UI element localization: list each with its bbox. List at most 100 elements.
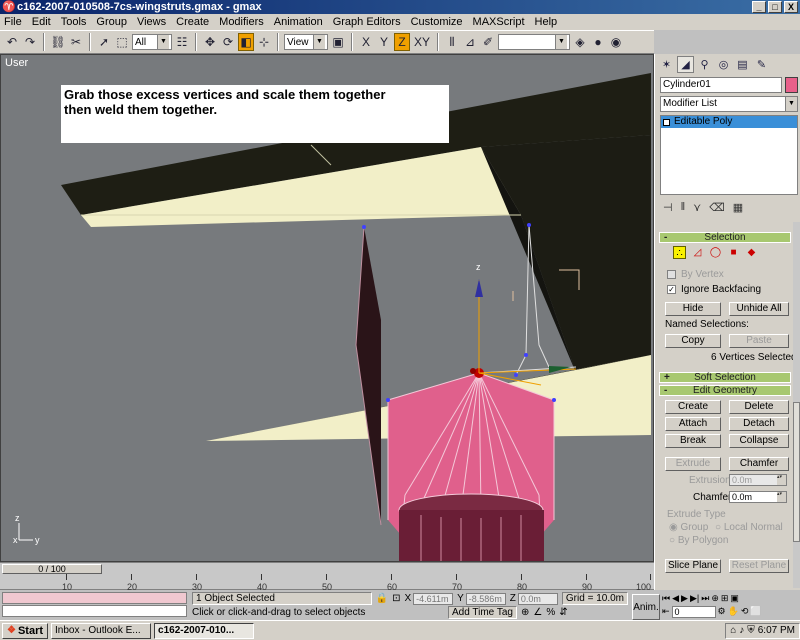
detach-button[interactable]: Detach [729, 417, 789, 431]
make-unique-icon[interactable]: ⋎ [693, 201, 701, 214]
polygon-level-icon[interactable]: ■ [727, 246, 740, 259]
modifier-list-dropdown[interactable]: Modifier List ▼ [660, 96, 798, 112]
border-level-icon[interactable]: ◯ [709, 246, 722, 259]
menu-edit[interactable]: Edit [32, 16, 51, 28]
vertex-level-icon[interactable]: ∴ [673, 246, 686, 259]
unlink-icon[interactable]: ✂ [68, 33, 84, 51]
zoom-all-icon[interactable]: ⊞ [721, 593, 729, 604]
menu-help[interactable]: Help [535, 16, 558, 28]
constraint-x-button[interactable]: X [358, 33, 374, 51]
local-normal-radio[interactable]: ○ Local Normal [715, 522, 783, 533]
constraint-z-button[interactable]: Z [394, 33, 410, 51]
hierarchy-tab-icon[interactable]: ⚲ [696, 56, 713, 73]
spinner-snap-icon[interactable]: ⇵ [559, 607, 567, 618]
attach-button[interactable]: Attach [665, 417, 721, 431]
utilities-tab-icon[interactable]: ✎ [753, 56, 770, 73]
show-end-result-icon[interactable]: ‖ [681, 201, 686, 213]
render-icon[interactable]: ● [590, 33, 606, 51]
display-tab-icon[interactable]: ▤ [734, 56, 751, 73]
menu-create[interactable]: Create [176, 16, 209, 28]
extrusion-spinner[interactable]: 0.0m [729, 474, 787, 486]
time-slider-track[interactable]: 0 / 100 [0, 562, 654, 574]
menu-graph-editors[interactable]: Graph Editors [333, 16, 401, 28]
animate-button[interactable]: Anim. [632, 594, 660, 620]
align-icon[interactable]: ⊿ [462, 33, 478, 51]
key-mode-icon[interactable]: ⇤ [662, 606, 670, 617]
snap-toggle-icon[interactable]: ⊕ [521, 607, 529, 618]
select-by-name-icon[interactable]: ☷ [174, 33, 190, 51]
maximize-button[interactable]: □ [768, 1, 782, 13]
add-time-tag-button[interactable]: Add Time Tag [448, 606, 517, 619]
reset-plane-button[interactable]: Reset Plane [729, 559, 789, 573]
close-button[interactable]: X [784, 1, 798, 13]
copy-button[interactable]: Copy [665, 334, 721, 348]
material-editor-icon[interactable]: ◈ [572, 33, 588, 51]
y-value[interactable]: -8.586m [465, 592, 506, 605]
edge-level-icon[interactable]: ◿ [691, 246, 704, 259]
arc-rotate-icon[interactable]: ⟲ [741, 606, 749, 617]
paste-button[interactable]: Paste [729, 334, 789, 348]
collapse-button[interactable]: Collapse [729, 434, 789, 448]
previous-frame-icon[interactable]: ◀ [672, 593, 679, 604]
tray-volume-icon[interactable]: ♪ [739, 625, 744, 636]
pivot-center-icon[interactable]: ⊹ [256, 33, 272, 51]
start-button[interactable]: ❖ Start [2, 622, 49, 639]
rotate-icon[interactable]: ⟳ [220, 33, 236, 51]
taskbar-item-outlook[interactable]: Inbox - Outlook E... [51, 622, 152, 639]
selection-rollout-header[interactable]: - Selection [659, 232, 791, 243]
menu-modifiers[interactable]: Modifiers [219, 16, 264, 28]
extrude-button[interactable]: Extrude [665, 457, 721, 471]
motion-tab-icon[interactable]: ◎ [715, 56, 732, 73]
lock-selection-icon[interactable]: 🔒 [376, 593, 388, 604]
create-button[interactable]: Create [665, 400, 721, 414]
maximize-viewport-icon[interactable]: ⬜ [750, 606, 761, 617]
select-object-icon[interactable]: ➚ [96, 33, 112, 51]
timeline-ruler[interactable]: 10 20 30 40 50 60 70 80 90 100 [0, 574, 654, 592]
viewport-label[interactable]: User [5, 57, 28, 69]
soft-selection-header[interactable]: + Soft Selection [659, 372, 791, 383]
chamfer-button[interactable]: Chamfer [729, 457, 789, 471]
taskbar-item-gmax[interactable]: c162-2007-010... [154, 622, 255, 639]
unhide-all-button[interactable]: Unhide All [729, 302, 789, 316]
command-panel-scrollbar[interactable] [793, 222, 800, 588]
listener-output[interactable] [2, 592, 187, 604]
edit-geometry-header[interactable]: - Edit Geometry [659, 385, 791, 396]
scrollbar-thumb[interactable] [793, 402, 800, 542]
percent-snap-icon[interactable]: % [546, 607, 555, 618]
go-to-start-icon[interactable]: ⏮ [662, 593, 670, 604]
gmax-icon[interactable]: ♈ [2, 1, 16, 13]
time-slider[interactable]: 0 / 100 [2, 564, 102, 574]
pan-icon[interactable]: ✋ [728, 606, 739, 617]
selection-filter-dropdown[interactable]: All ▼ [132, 34, 172, 50]
menu-maxscript[interactable]: MAXScript [473, 16, 525, 28]
minimize-button[interactable]: _ [752, 1, 766, 13]
group-radio[interactable]: ◉ Group [669, 522, 708, 533]
time-config-icon[interactable]: ⚙ [718, 606, 726, 617]
ignore-backfacing-checkbox[interactable]: ✓ [667, 285, 676, 294]
tray-network-icon[interactable]: ⌂ [730, 625, 736, 636]
region-select-icon[interactable]: ⬚ [114, 33, 130, 51]
menu-customize[interactable]: Customize [411, 16, 463, 28]
zoom-icon[interactable]: ⊕ [711, 593, 719, 604]
undo-icon[interactable]: ↶ [4, 33, 20, 51]
listener-input[interactable] [2, 605, 187, 617]
next-frame-icon[interactable]: ▶| [690, 593, 699, 604]
transform-center-icon[interactable]: ▣ [330, 33, 346, 51]
maxscript-listener-mini[interactable] [2, 592, 187, 618]
expand-icon[interactable] [663, 118, 670, 126]
redo-icon[interactable]: ↷ [22, 33, 38, 51]
chamfer-spinner[interactable]: 0.0m [729, 491, 787, 503]
pin-stack-icon[interactable]: ⊣ [663, 201, 673, 214]
scale-icon[interactable]: ◧ [238, 33, 254, 51]
go-to-end-icon[interactable]: ⏭ [701, 593, 709, 604]
menu-views[interactable]: Views [137, 16, 166, 28]
mirror-icon[interactable]: ⫴ [444, 33, 460, 51]
angle-snap-icon[interactable]: ∠ [533, 607, 542, 618]
stack-item-editable-poly[interactable]: Editable Poly [661, 116, 797, 128]
reference-coord-dropdown[interactable]: View ▼ [284, 34, 328, 50]
zoom-extents-icon[interactable]: ▣ [730, 593, 739, 604]
x-value[interactable]: -4.611m [413, 592, 454, 605]
link-icon[interactable]: ⛓ [50, 33, 66, 51]
menu-tools[interactable]: Tools [61, 16, 87, 28]
object-name-field[interactable]: Cylinder01 [660, 77, 782, 93]
